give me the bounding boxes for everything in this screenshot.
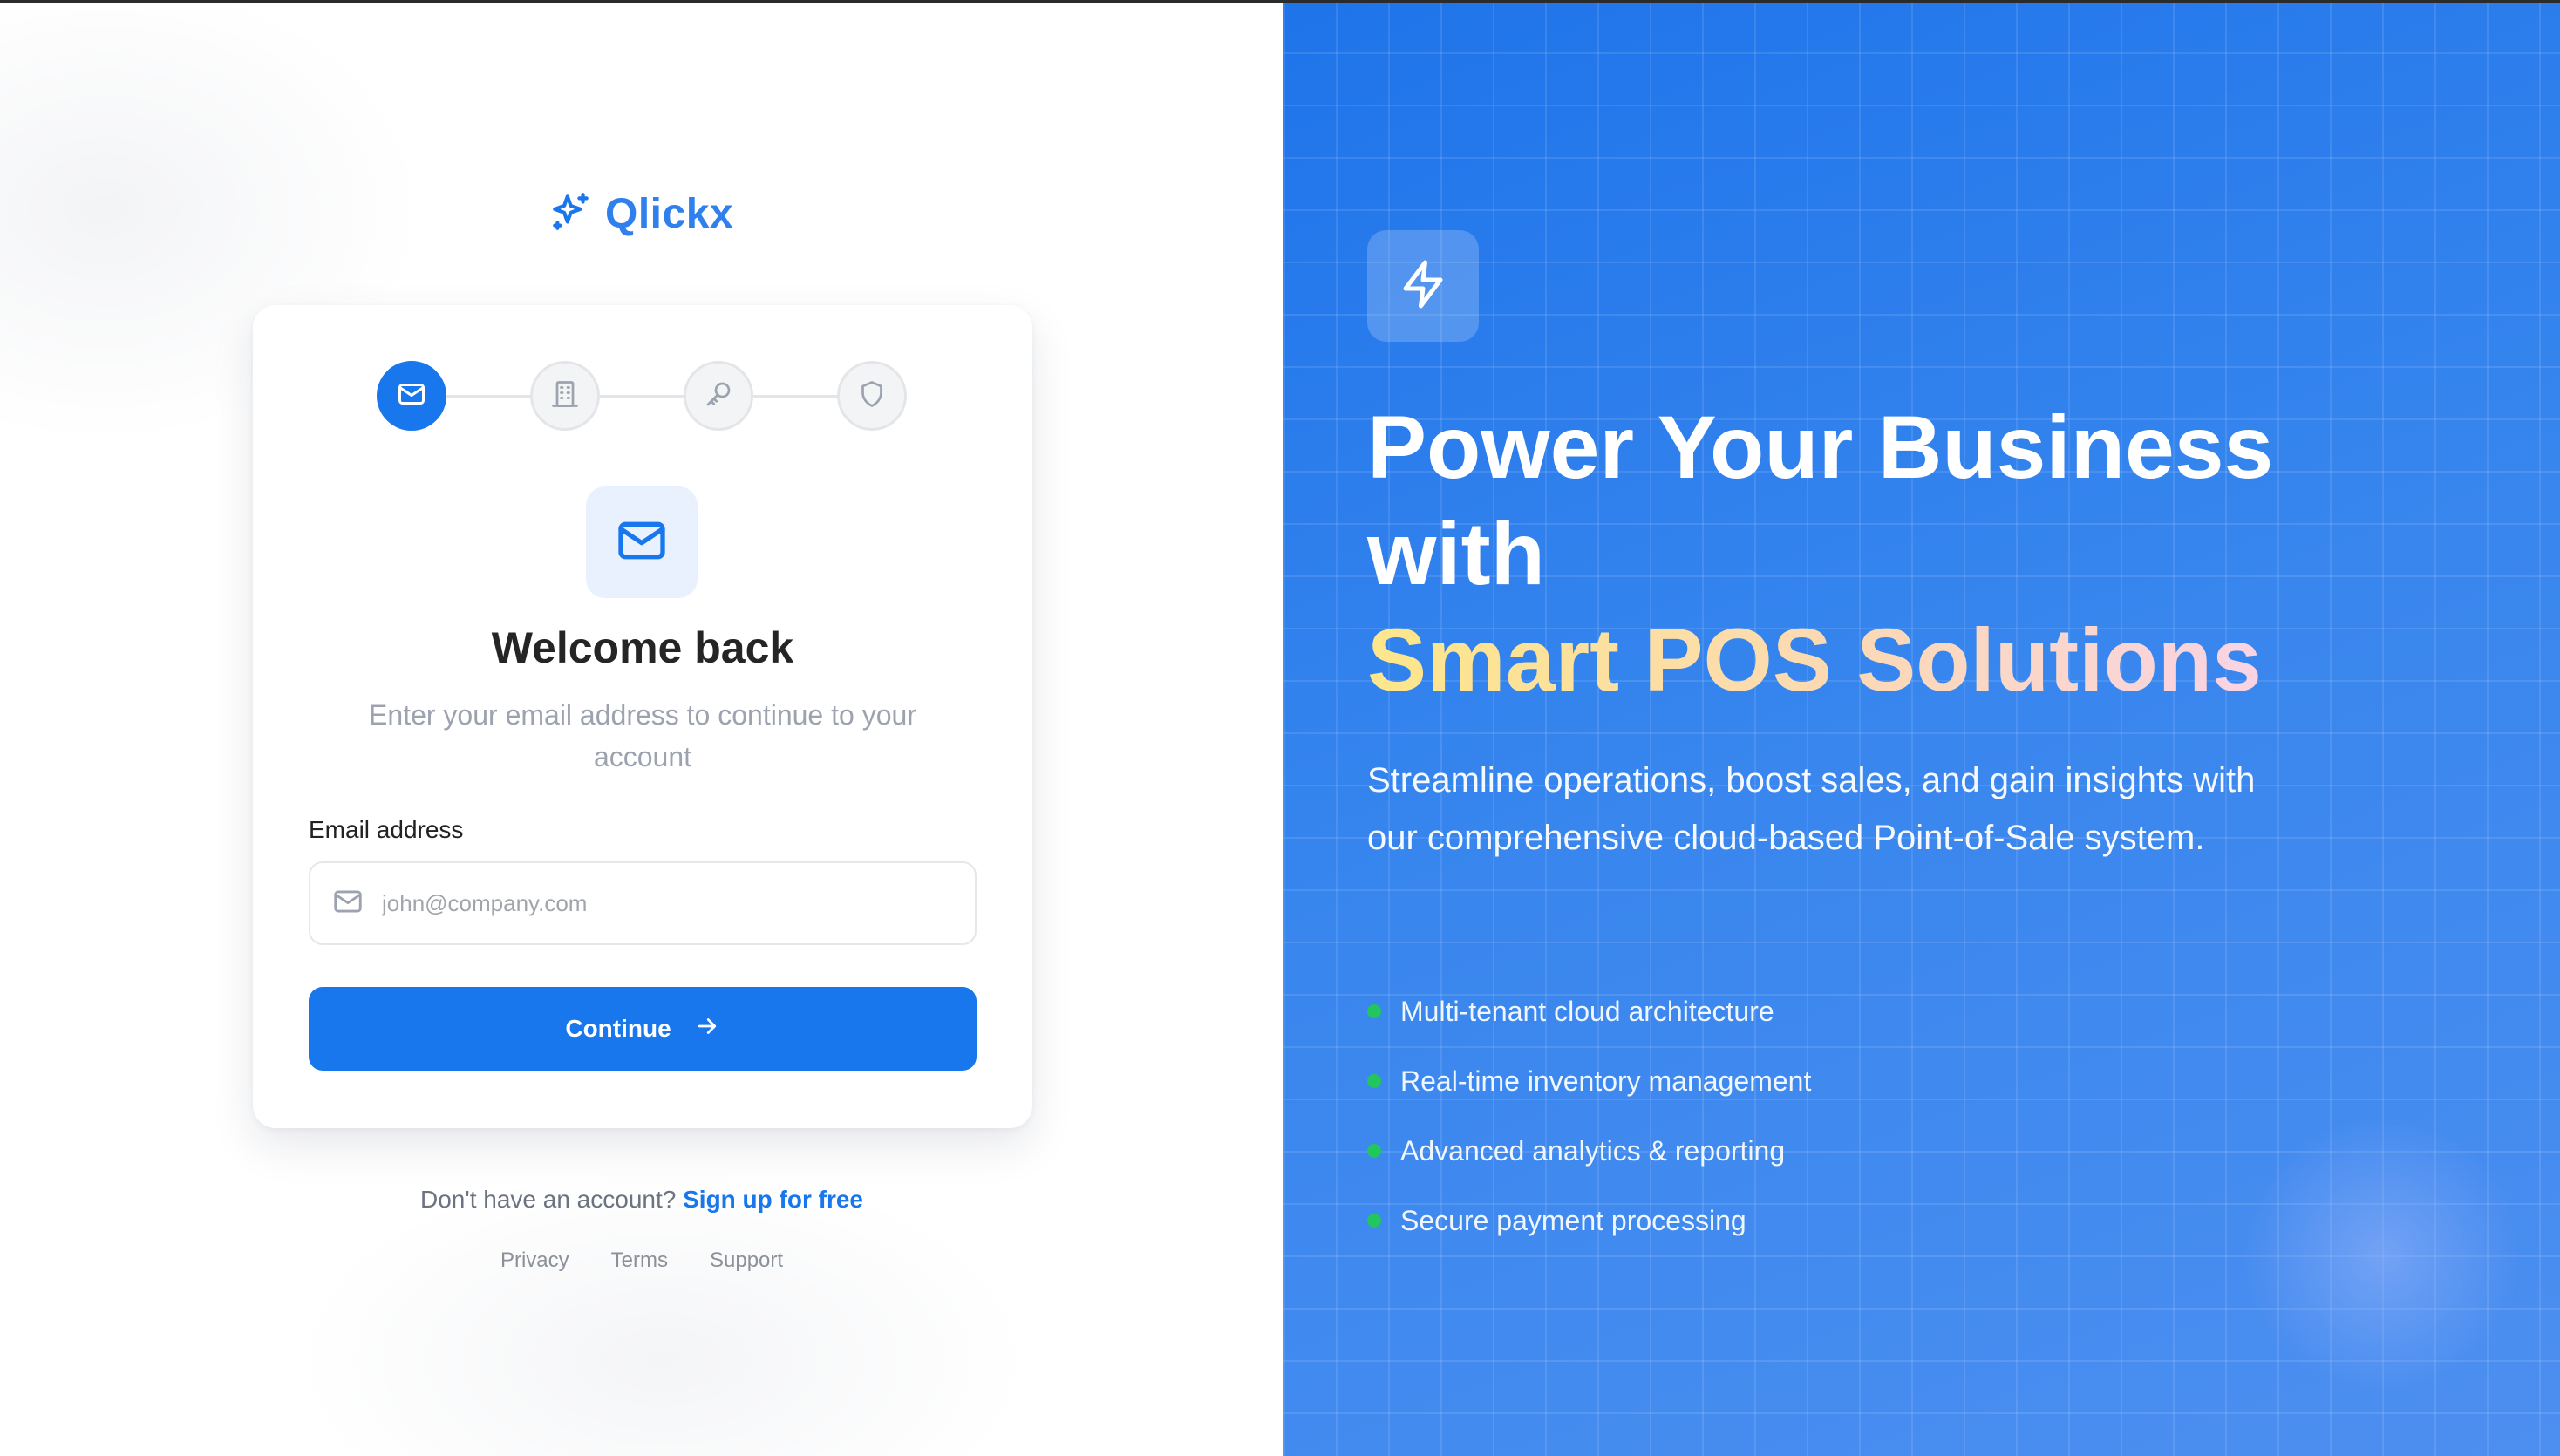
bullet-dot: [1367, 1214, 1381, 1228]
email-label: Email address: [309, 816, 464, 843]
arrow-right-icon: [694, 1013, 720, 1045]
step-connector: [753, 394, 837, 398]
bullet-dot: [1367, 1144, 1381, 1158]
login-page: Qlickx Welcome back Enter your email add…: [0, 0, 2560, 1456]
step-organization: [530, 361, 600, 431]
decorative-glow: [2243, 1116, 2522, 1395]
support-link[interactable]: Support: [710, 1248, 783, 1273]
step-password: [684, 361, 753, 431]
feature-text: Advanced analytics & reporting: [1400, 1134, 1786, 1167]
feature-text: Secure payment processing: [1400, 1204, 1746, 1236]
promo-icon-badge: [1367, 230, 1479, 342]
building-icon: [549, 378, 581, 414]
page-subtitle: Enter your email address to continue to …: [369, 699, 916, 772]
shield-icon: [856, 378, 888, 414]
email-step-badge: [586, 486, 698, 598]
feature-text: Multi-tenant cloud architecture: [1400, 995, 1774, 1027]
email-field-wrapper[interactable]: [309, 861, 977, 945]
brand-name: Qlickx: [605, 191, 734, 237]
feature-list: Multi-tenant cloud architecture Real-tim…: [1367, 976, 1811, 1255]
terms-link[interactable]: Terms: [611, 1248, 668, 1273]
footer-links: Privacy Terms Support: [0, 1248, 1283, 1273]
email-input[interactable]: [380, 888, 938, 918]
top-border: [0, 0, 2560, 3]
step-connector: [446, 394, 530, 398]
feature-item: Secure payment processing: [1367, 1186, 1811, 1255]
mail-icon: [331, 885, 364, 922]
bullet-dot: [1367, 1074, 1381, 1088]
lightning-bolt-icon: [1397, 258, 1449, 315]
signup-prompt: Don't have an account? Sign up for free: [0, 1186, 1283, 1214]
headline-line-1: Power Your Business: [1367, 398, 2274, 497]
step-email: [377, 361, 446, 431]
feature-item: Advanced analytics & reporting: [1367, 1116, 1811, 1186]
promo-description: Streamline operations, boost sales, and …: [1367, 761, 2256, 857]
feature-item: Multi-tenant cloud architecture: [1367, 976, 1811, 1046]
promo-panel: Power Your Business with Smart POS Solut…: [1283, 0, 2560, 1456]
continue-button[interactable]: Continue: [309, 987, 977, 1071]
signup-text: Don't have an account?: [419, 1186, 677, 1213]
key-icon: [703, 378, 734, 414]
privacy-link[interactable]: Privacy: [500, 1248, 569, 1273]
page-title: Welcome back: [491, 623, 794, 672]
step-security: [837, 361, 907, 431]
headline-line-2: with: [1367, 504, 1545, 603]
promo-headline: Power Your Business with Smart POS Solut…: [1367, 394, 2273, 713]
continue-label: Continue: [565, 1015, 671, 1042]
login-panel: Qlickx Welcome back Enter your email add…: [0, 0, 1283, 1456]
step-connector: [600, 394, 684, 398]
signup-link[interactable]: Sign up for free: [683, 1186, 863, 1213]
brand-logo[interactable]: Qlickx: [549, 190, 733, 238]
sparkles-icon: [549, 190, 593, 238]
mail-icon: [614, 513, 670, 573]
mail-icon: [396, 378, 427, 414]
progress-steps: [377, 361, 907, 431]
login-card: Welcome back Enter your email address to…: [253, 305, 1032, 1128]
feature-item: Real-time inventory management: [1367, 1046, 1811, 1116]
bullet-dot: [1367, 1004, 1381, 1018]
feature-text: Real-time inventory management: [1400, 1065, 1812, 1097]
headline-accent: Smart POS Solutions: [1367, 607, 2273, 713]
